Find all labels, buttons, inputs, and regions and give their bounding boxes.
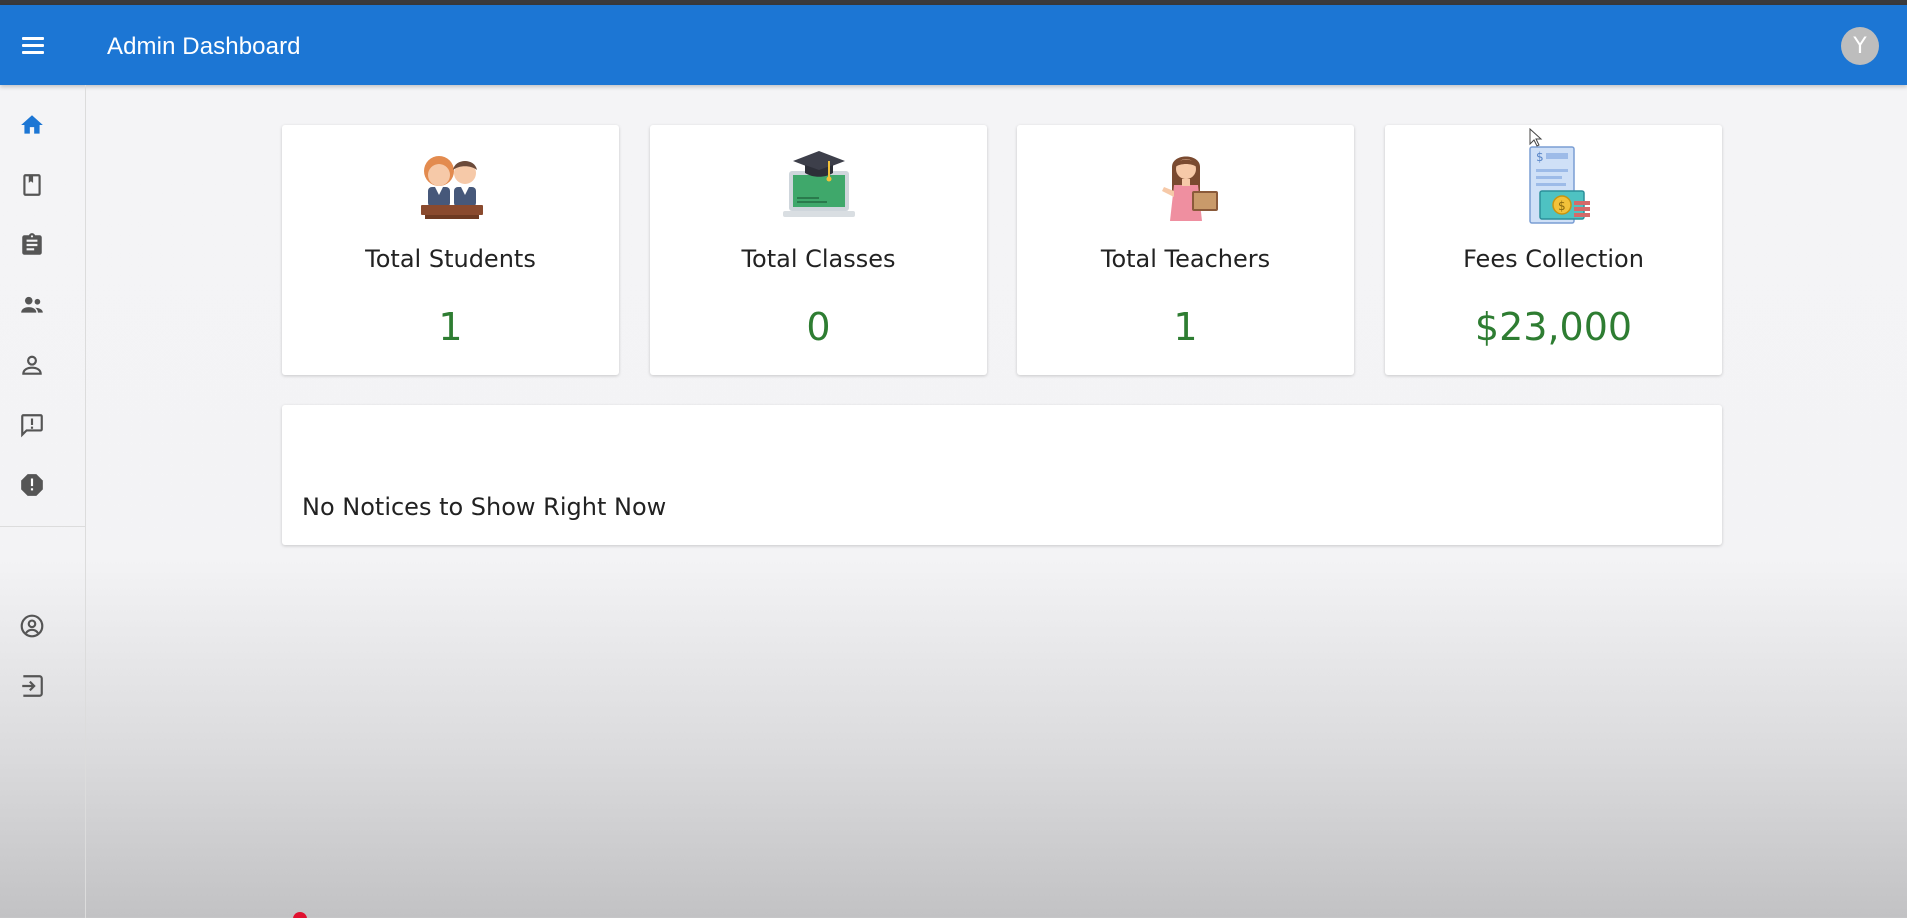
stat-card-teachers: Total Teachers 1 (1017, 125, 1354, 375)
svg-text:$: $ (1558, 199, 1566, 213)
stat-value: 0 (806, 305, 831, 349)
logout-icon[interactable] (18, 672, 46, 700)
group-icon[interactable] (18, 291, 46, 319)
stat-card-fees: $ $ Fees Collection $23,000 (1385, 125, 1722, 375)
students-illustration (420, 156, 483, 219)
record-indicator-icon (293, 912, 307, 918)
stat-card-classes: Total Classes 0 (650, 125, 987, 375)
avatar[interactable]: Y (1841, 27, 1879, 65)
stat-label: Total Students (365, 245, 536, 273)
mouse-cursor-icon (1529, 128, 1543, 147)
stat-card-students: Total Students 1 (282, 125, 619, 375)
svg-text:$: $ (1536, 150, 1544, 164)
sidebar-divider (0, 526, 86, 527)
stat-label: Total Classes (741, 245, 896, 273)
feedback-icon[interactable] (18, 411, 46, 439)
notice-panel: No Notices to Show Right Now (282, 405, 1722, 545)
page-title: Admin Dashboard (107, 33, 301, 60)
person-icon[interactable] (18, 351, 46, 379)
stat-value: 1 (1173, 305, 1198, 349)
fees-illustration: $ $ (1528, 146, 1590, 224)
report-icon[interactable] (18, 471, 46, 499)
teacher-illustration (1161, 156, 1218, 221)
account-circle-icon[interactable] (18, 612, 46, 640)
stat-label: Fees Collection (1463, 245, 1644, 273)
book-icon[interactable] (18, 171, 46, 199)
app-bar: Admin Dashboard Y (0, 5, 1907, 85)
notice-empty-message: No Notices to Show Right Now (302, 493, 667, 521)
stat-value: $23,000 (1474, 305, 1633, 349)
menu-icon[interactable] (22, 33, 50, 57)
sidebar (0, 85, 86, 918)
home-icon[interactable] (18, 111, 46, 139)
stat-label: Total Teachers (1100, 245, 1271, 273)
clipboard-icon[interactable] (18, 231, 46, 259)
classes-illustration (782, 151, 855, 217)
stat-value: 1 (438, 305, 463, 349)
